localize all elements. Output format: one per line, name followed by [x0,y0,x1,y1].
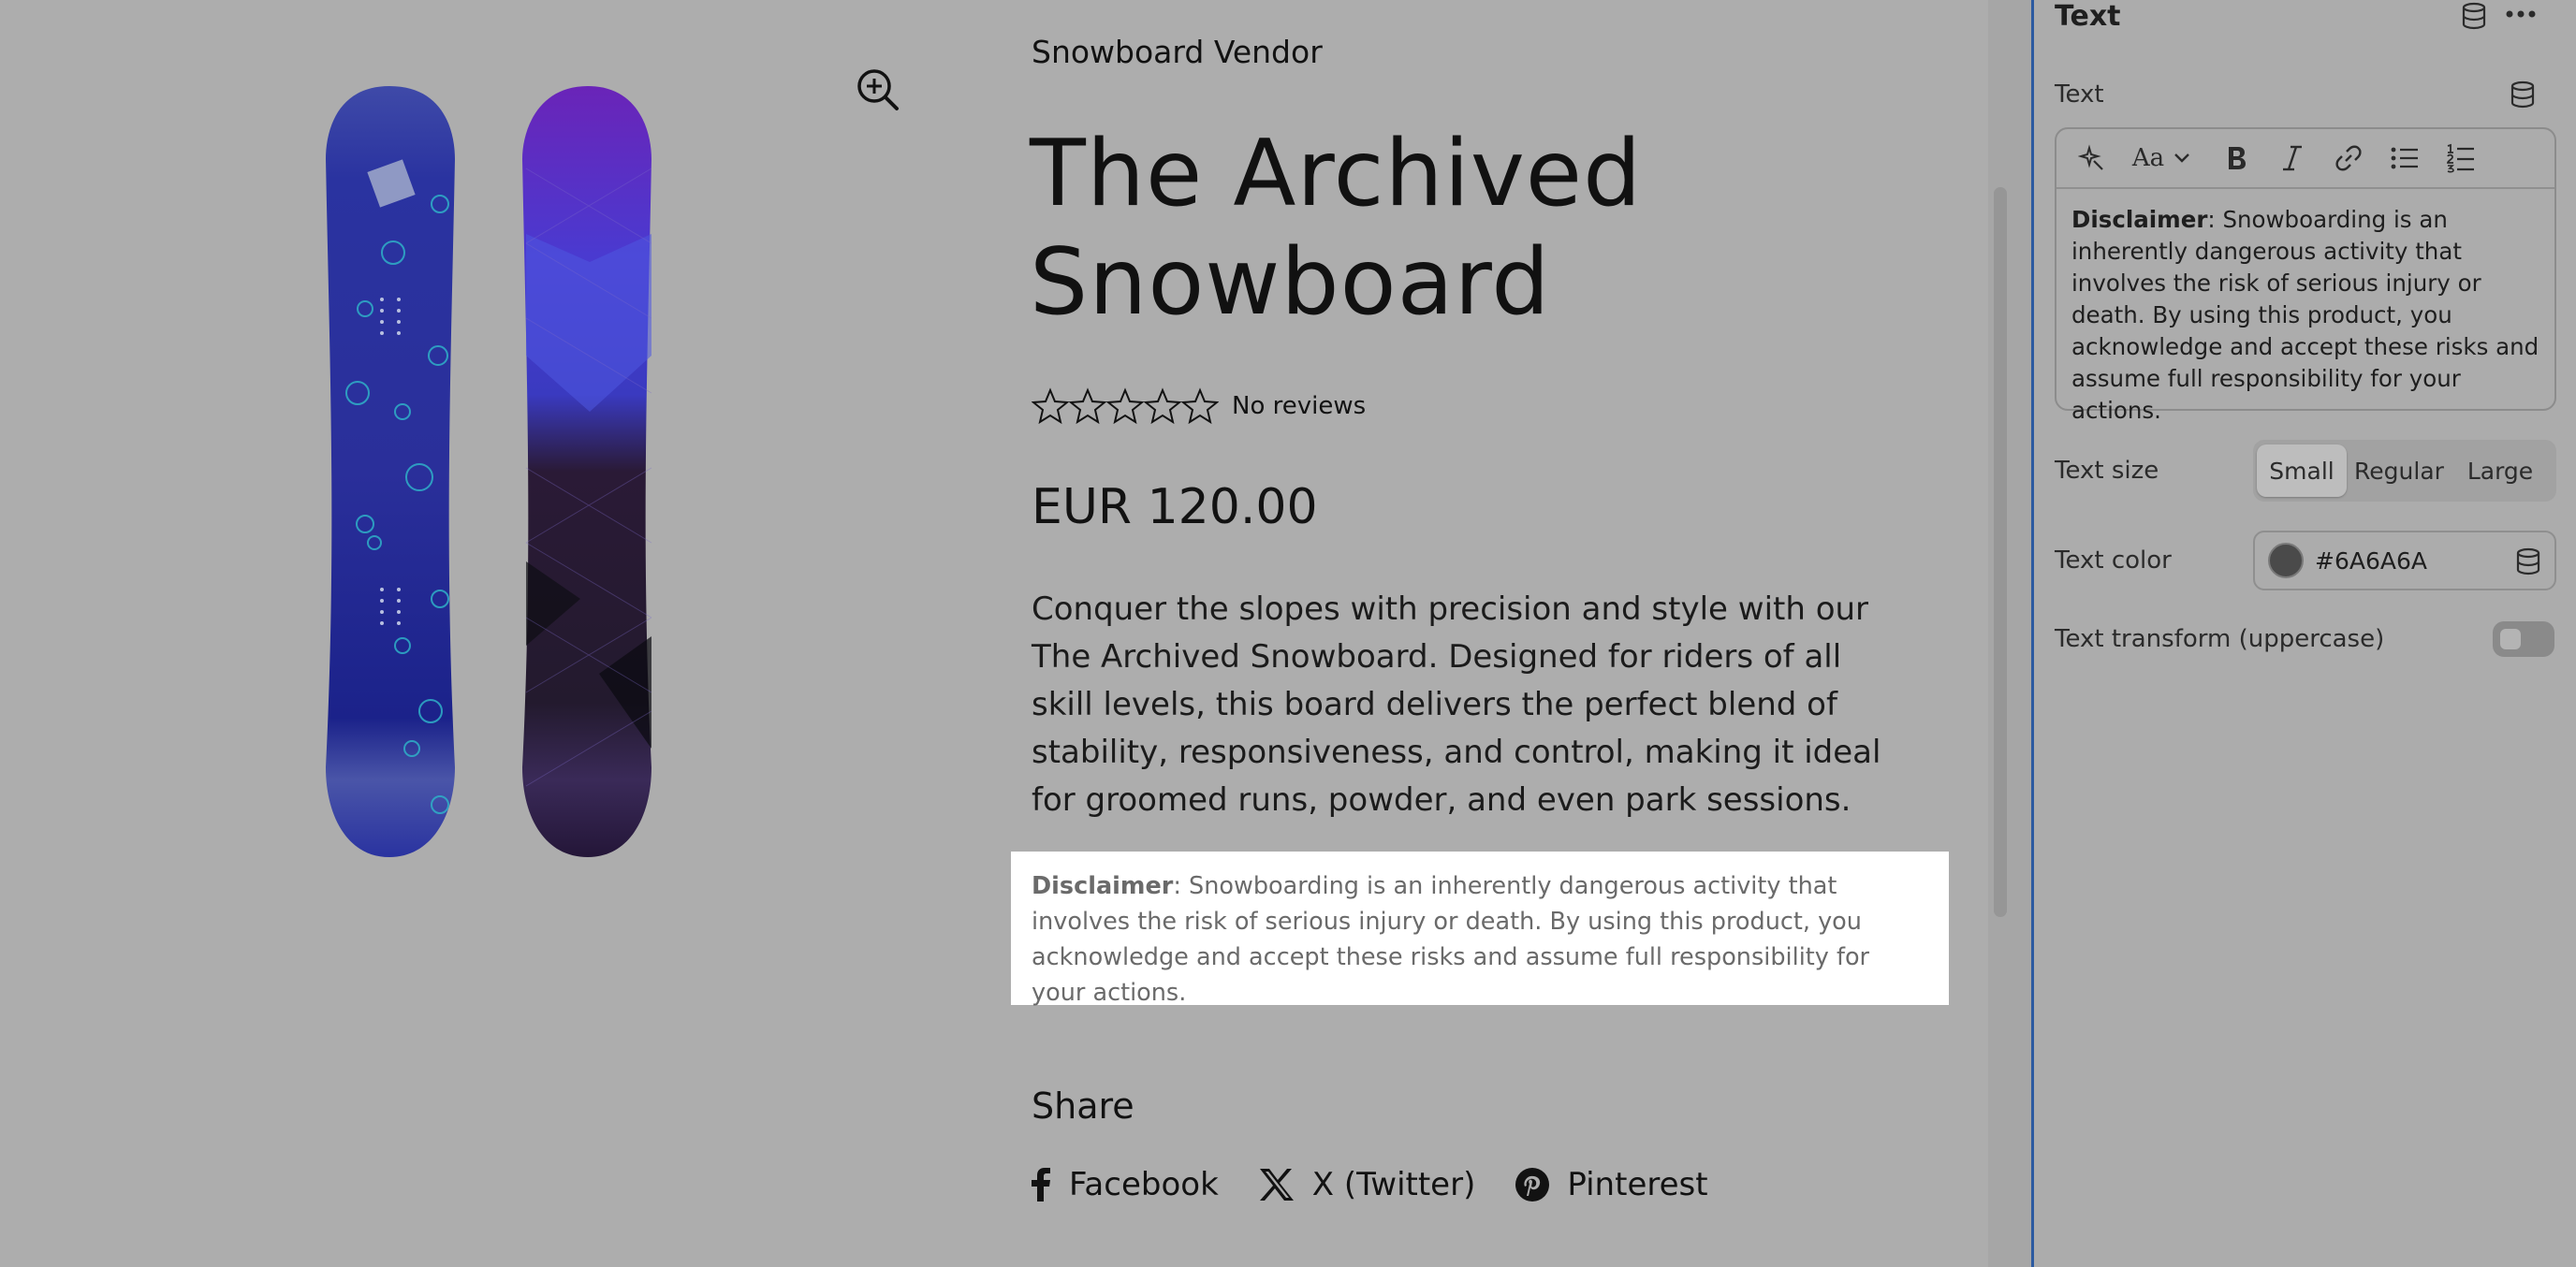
product-title: The Archived Snowboard [1030,120,1872,337]
text-size-large-option[interactable]: Large [2452,444,2549,497]
ai-generate-button[interactable] [2070,136,2115,181]
store-preview: Snowboard Vendor The Archived Snowboard … [0,0,1988,1267]
text-color-label: Text color [2055,546,2172,575]
text-size-regular-option[interactable]: Regular [2347,444,2452,497]
text-transform-toggle[interactable] [2493,621,2554,657]
share-links: Facebook X (Twitter) Pinterest [1030,1160,1748,1209]
snowboard-purple [522,86,652,857]
star-icon [1106,387,1144,425]
bold-button[interactable] [2214,136,2259,181]
disclaimer-text: Disclaimer: Snowboarding is an inherentl… [1032,868,1930,1011]
bullet-list-button[interactable] [2382,136,2427,181]
snowboard-blue [326,86,455,857]
text-color-picker[interactable]: #6A6A6A [2253,531,2556,590]
text-size-small-option[interactable]: Small [2257,444,2347,497]
text-field-label: Text [2055,80,2104,109]
editor-bold-label: Disclaimer [2071,206,2208,233]
font-style-button[interactable]: Aa [2126,136,2171,181]
text-size-label: Text size [2055,457,2159,485]
italic-button[interactable] [2270,136,2315,181]
numbered-list-icon [2447,143,2474,173]
share-pinterest-link[interactable]: Pinterest [1515,1166,1708,1203]
color-swatch[interactable] [2268,543,2304,578]
star-icon [1144,387,1181,425]
disclaimer-block-selected[interactable]: Disclaimer: Snowboarding is an inherentl… [1011,852,1949,1007]
share-facebook-link[interactable]: Facebook [1030,1166,1219,1203]
product-description: Conquer the slopes with precision and st… [1032,590,1881,819]
product-title-line-1: The Archived [1030,121,1643,227]
product-rating: No reviews [1032,386,1366,427]
share-pinterest-label: Pinterest [1567,1166,1708,1203]
connect-dynamic-source-icon[interactable] [2515,547,2541,575]
magic-icon [2078,144,2103,170]
x-twitter-icon [1259,1169,1294,1201]
share-twitter-label: X (Twitter) [1311,1166,1476,1203]
color-hex-value: #6A6A6A [2315,546,2427,575]
product-title-line-2: Snowboard [1030,229,1551,336]
panel-title: Text [2055,0,2121,33]
editor-text-content[interactable]: Disclaimer: Snowboarding is an inherentl… [2071,204,2544,427]
facebook-icon [1032,1168,1050,1201]
share-twitter-link[interactable]: X (Twitter) [1258,1166,1476,1203]
star-icon [1181,387,1219,425]
font-icon: Aa [2131,144,2165,172]
bullet-list-icon [2391,147,2418,169]
settings-panel: Text Text Aa Disclaimer: Snowboarding is… [2034,0,2576,1267]
product-vendor: Snowboard Vendor [1032,34,1323,70]
share-facebook-label: Facebook [1069,1166,1219,1203]
connect-dynamic-source-icon[interactable] [2510,80,2536,109]
link-button[interactable] [2326,136,2371,181]
editor-body-text: : Snowboarding is an inherently dangerou… [2071,206,2539,424]
font-style-dropdown[interactable] [2169,136,2195,181]
rich-text-editor[interactable]: Aa Disclaimer: Snowboarding is an inhere… [2055,127,2556,424]
dynamic-source-icon[interactable] [2461,2,2487,30]
editor-toolbar: Aa [2056,129,2554,189]
chevron-down-icon [2174,153,2189,163]
disclaimer-label: Disclaimer [1032,872,1174,900]
text-size-selector: Small Regular Large [2253,440,2556,502]
more-options-icon[interactable] [2502,0,2539,30]
bold-icon [2229,147,2246,169]
toggle-knob [2500,629,2521,649]
italic-icon [2283,145,2302,171]
zoom-in-icon[interactable] [854,66,902,114]
numbered-list-button[interactable] [2438,136,2483,181]
link-icon [2335,145,2362,171]
star-icon [1069,387,1106,425]
product-price: EUR 120.00 [1032,479,1318,535]
text-transform-label: Text transform (uppercase) [2055,625,2385,653]
product-image[interactable] [309,75,683,861]
star-icon [1032,387,1069,425]
reviews-count: No reviews [1232,392,1367,420]
preview-scrollbar-thumb[interactable] [1994,187,2007,917]
pinterest-icon [1515,1168,1550,1201]
share-heading: Share [1032,1085,1134,1127]
